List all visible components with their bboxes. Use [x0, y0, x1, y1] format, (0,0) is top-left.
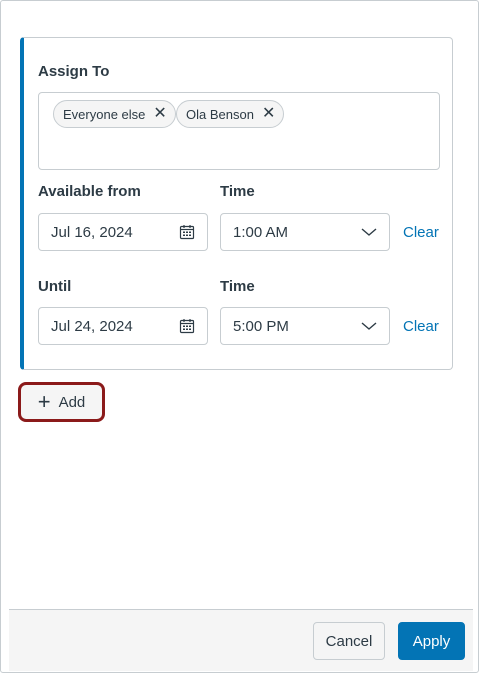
assignee-tag-ola-benson[interactable]: Ola Benson ✕	[176, 100, 285, 128]
available-from-time-label: Time	[220, 183, 255, 200]
until-date-input[interactable]: Jul 24, 2024	[38, 307, 208, 345]
apply-button[interactable]: Apply	[398, 622, 465, 660]
assignee-tag-label: Ola Benson	[186, 106, 254, 122]
assignee-tag-label: Everyone else	[63, 106, 146, 122]
close-icon[interactable]: ✕	[262, 106, 275, 122]
plus-icon: +	[37, 389, 51, 414]
until-label: Until	[38, 278, 72, 295]
until-time-value: 5:00 PM	[233, 317, 289, 335]
assign-to-label: Assign To	[38, 63, 110, 80]
chevron-down-icon	[361, 322, 377, 330]
close-icon[interactable]: ✕	[153, 106, 166, 122]
add-button[interactable]: + Add	[18, 382, 105, 422]
available-from-time-value: 1:00 AM	[233, 223, 289, 241]
until-time-select[interactable]: 5:00 PM	[220, 307, 390, 345]
until-clear-link[interactable]: Clear	[403, 318, 439, 335]
chevron-down-icon	[361, 228, 377, 236]
available-from-date-input[interactable]: Jul 16, 2024	[38, 213, 208, 251]
calendar-icon[interactable]	[179, 318, 195, 334]
cancel-button[interactable]: Cancel	[313, 622, 385, 660]
available-from-clear-link[interactable]: Clear	[403, 224, 439, 241]
calendar-icon[interactable]	[179, 224, 195, 240]
available-from-time-select[interactable]: 1:00 AM	[220, 213, 390, 251]
assign-to-input[interactable]: Everyone else ✕ Ola Benson ✕	[38, 92, 440, 170]
dialog-footer: Cancel Apply	[9, 609, 473, 671]
assignee-tag-everyone-else[interactable]: Everyone else ✕	[53, 100, 176, 128]
until-time-label: Time	[220, 278, 255, 295]
add-button-label: Add	[58, 393, 86, 411]
dialog-frame: Assign To Everyone else ✕ Ola Benson ✕ A…	[0, 0, 479, 673]
until-date-value: Jul 24, 2024	[51, 317, 133, 335]
available-from-date-value: Jul 16, 2024	[51, 223, 133, 241]
available-from-label: Available from	[38, 183, 141, 200]
assign-card: Assign To Everyone else ✕ Ola Benson ✕ A…	[20, 37, 453, 370]
